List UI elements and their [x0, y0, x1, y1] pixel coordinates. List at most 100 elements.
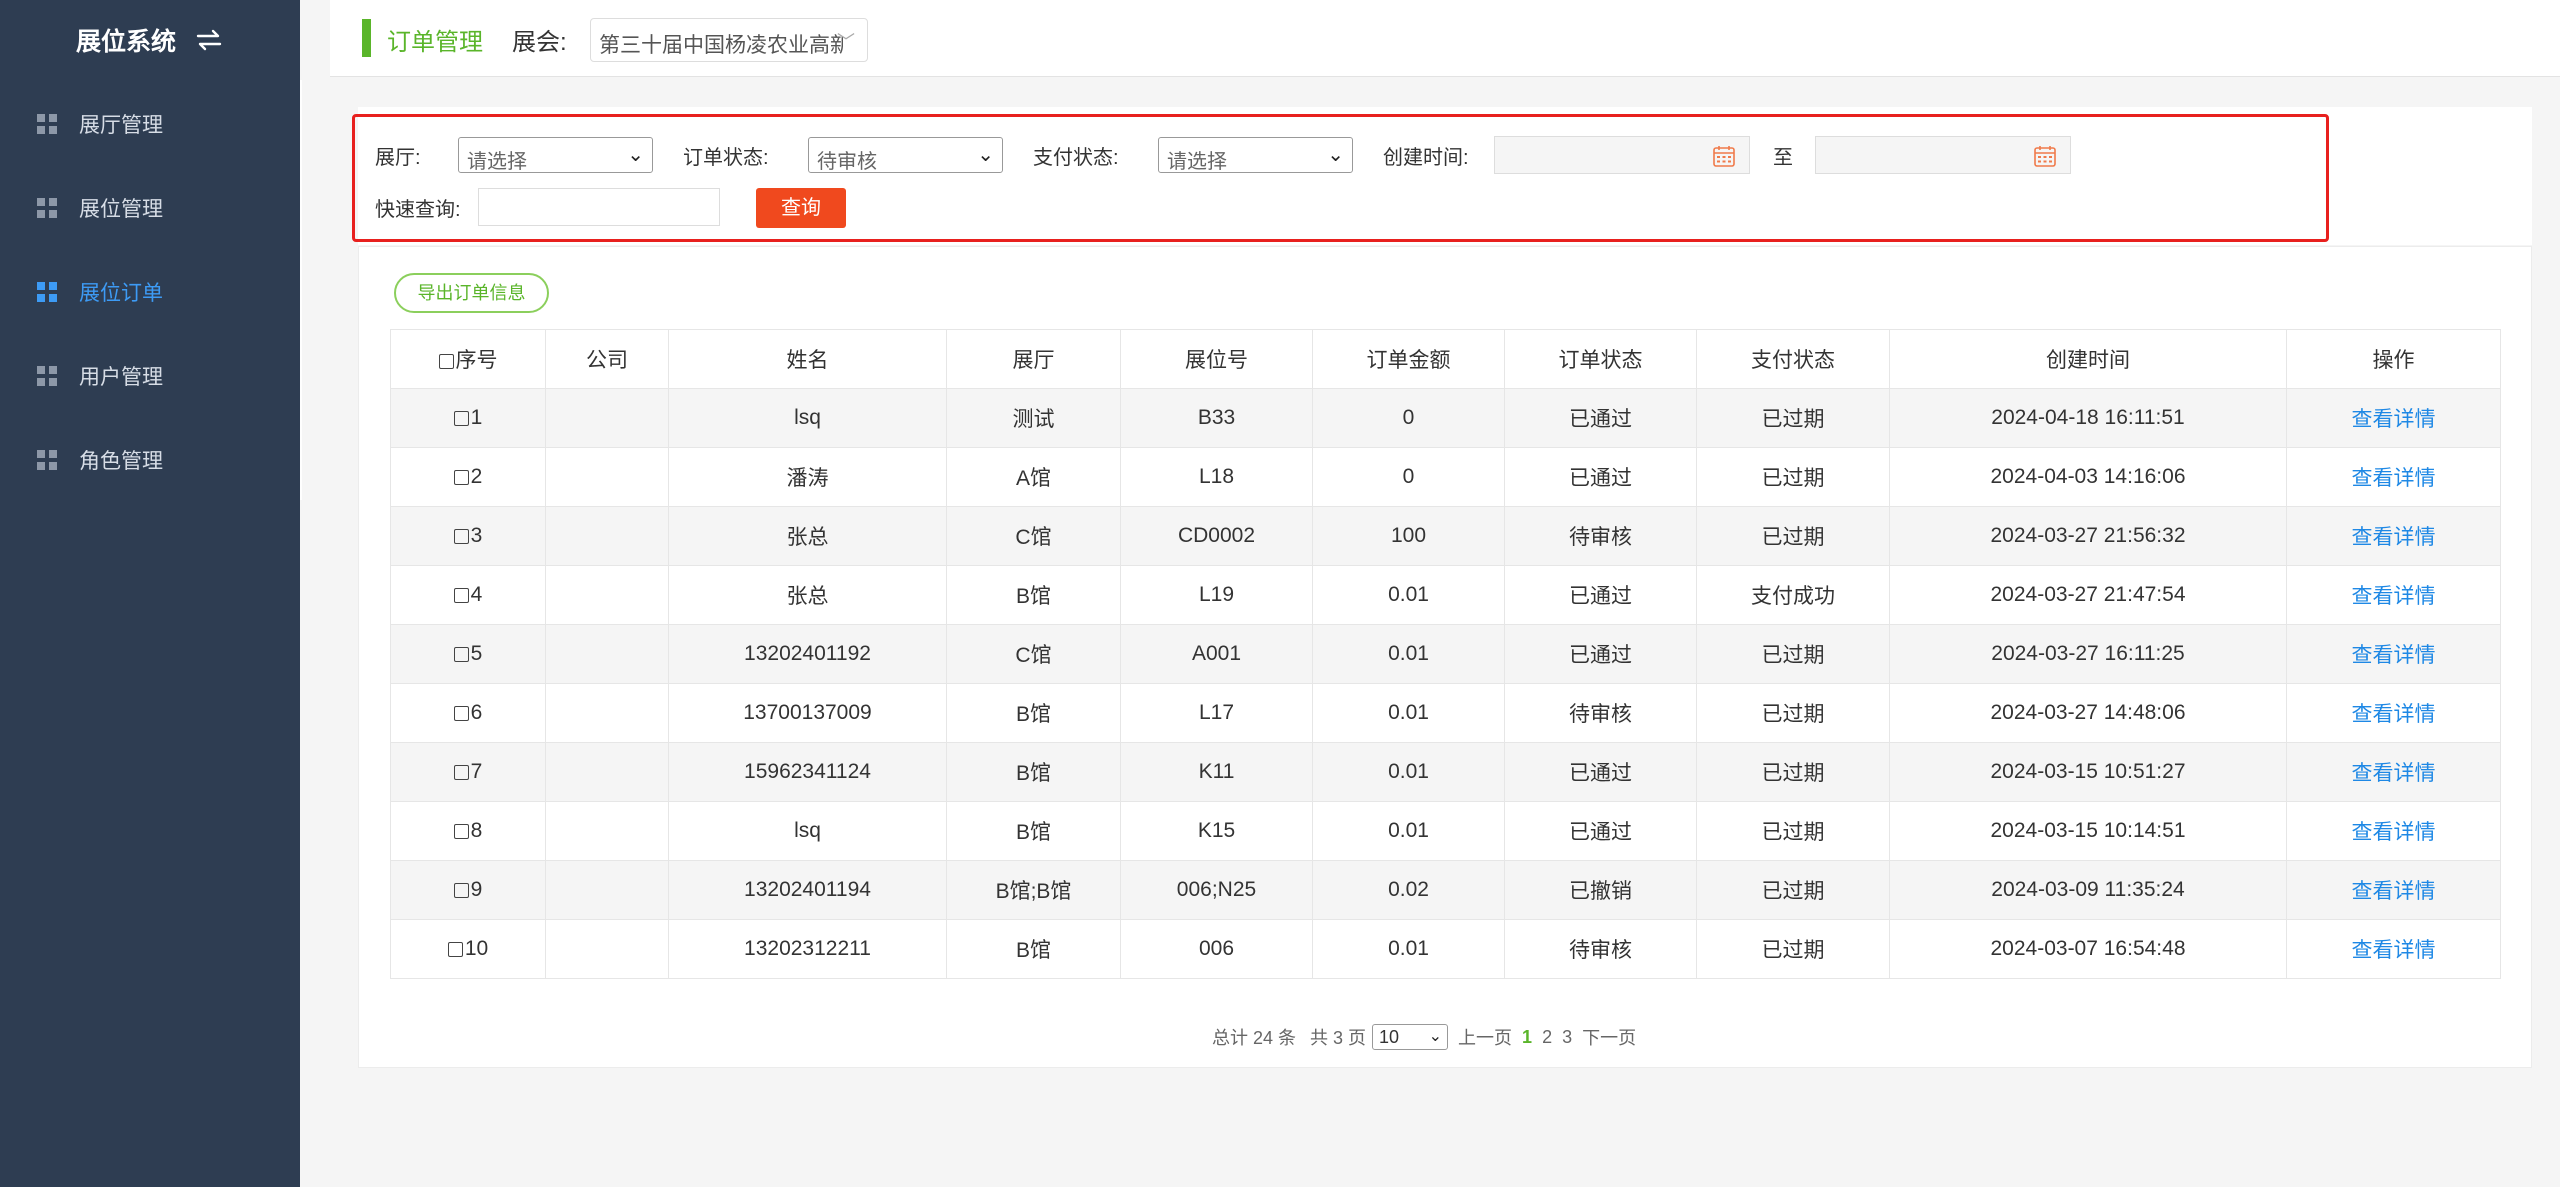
brand-title: 展位系统 — [75, 28, 176, 56]
row-index: 4 — [470, 583, 483, 606]
cell-hall: B馆 — [946, 565, 1121, 625]
cell-actions: 查看详情 — [2286, 801, 2501, 861]
page-link-2[interactable]: 2 — [1542, 1027, 1552, 1048]
cell-company — [545, 565, 669, 625]
row-checkbox[interactable] — [453, 411, 469, 426]
page-size-select[interactable]: 10 ⌄ — [1372, 1024, 1449, 1050]
cell-hall: B馆 — [946, 919, 1121, 979]
sidebar: 展位系统 展厅管理 展位管理 展位订单 用户管理 角色管理 — [0, 0, 300, 1187]
view-details-link[interactable]: 查看详情 — [2352, 880, 2436, 903]
row-checkbox[interactable] — [453, 765, 469, 780]
total-count: 总计 24 条 — [1212, 1028, 1297, 1048]
sidebar-item-booth-orders[interactable]: 展位订单 — [0, 250, 300, 334]
select-all-checkbox[interactable] — [438, 354, 454, 369]
cell-amount: 0.01 — [1312, 919, 1505, 979]
expo-select[interactable]: 第三十届中国杨凌农业高新 ﹀ — [590, 18, 868, 62]
cell-index: 4 — [390, 565, 546, 625]
row-checkbox[interactable] — [447, 942, 463, 957]
cell-name: 13202312211 — [668, 919, 947, 979]
page-link-1[interactable]: 1 — [1522, 1027, 1532, 1048]
cell-amount: 0.01 — [1312, 801, 1505, 861]
sidebar-item-hall[interactable]: 展厅管理 — [0, 82, 300, 166]
cell-index: 1 — [390, 388, 546, 448]
cell-amount: 0.01 — [1312, 742, 1505, 802]
view-details-link[interactable]: 查看详情 — [2352, 585, 2436, 608]
cell-booth-no: CD0002 — [1120, 506, 1313, 566]
title-accent-bar — [362, 19, 371, 57]
cell-created-time: 2024-04-18 16:11:51 — [1889, 388, 2287, 448]
cell-booth-no: L18 — [1120, 447, 1313, 507]
grid-icon — [37, 282, 57, 302]
cell-actions: 查看详情 — [2286, 683, 2501, 743]
cell-name: 15962341124 — [668, 742, 947, 802]
cell-booth-no: A001 — [1120, 624, 1313, 684]
cell-amount: 0.01 — [1312, 565, 1505, 625]
chevron-down-icon: ⌄ — [1428, 1028, 1443, 1045]
cell-created-time: 2024-03-27 14:48:06 — [1889, 683, 2287, 743]
view-details-link[interactable]: 查看详情 — [2352, 821, 2436, 844]
switch-icon[interactable] — [194, 27, 224, 53]
cell-actions: 查看详情 — [2286, 742, 2501, 802]
page-link-3[interactable]: 3 — [1562, 1027, 1572, 1048]
cell-booth-no: B33 — [1120, 388, 1313, 448]
row-checkbox[interactable] — [453, 647, 469, 662]
view-details-link[interactable]: 查看详情 — [2352, 703, 2436, 726]
table-row: 10 13202312211 B馆 006 0.01 待审核 已过期 2024-03-07 1… — [390, 919, 2501, 979]
header-name: 姓名 — [668, 329, 947, 389]
row-checkbox[interactable] — [453, 529, 469, 544]
header-pay-status: 支付状态 — [1696, 329, 1890, 389]
cell-index: 3 — [390, 506, 546, 566]
row-checkbox[interactable] — [453, 824, 469, 839]
view-details-link[interactable]: 查看详情 — [2352, 408, 2436, 431]
sidebar-item-roles[interactable]: 角色管理 — [0, 418, 300, 502]
export-orders-button[interactable]: 导出订单信息 — [394, 273, 549, 313]
view-details-link[interactable]: 查看详情 — [2352, 644, 2436, 667]
page-title: 订单管理 — [387, 29, 483, 56]
cell-booth-no: K11 — [1120, 742, 1313, 802]
row-index: 7 — [470, 760, 483, 783]
row-checkbox[interactable] — [453, 883, 469, 898]
row-index: 6 — [470, 701, 483, 724]
cell-created-time: 2024-03-27 16:11:25 — [1889, 624, 2287, 684]
header-company: 公司 — [545, 329, 669, 389]
view-details-link[interactable]: 查看详情 — [2352, 526, 2436, 549]
cell-actions: 查看详情 — [2286, 860, 2501, 920]
view-details-link[interactable]: 查看详情 — [2352, 939, 2436, 962]
cell-amount: 0 — [1312, 388, 1505, 448]
row-checkbox[interactable] — [453, 588, 469, 603]
view-details-link[interactable]: 查看详情 — [2352, 762, 2436, 785]
cell-created-time: 2024-03-15 10:14:51 — [1889, 801, 2287, 861]
cell-hall: C馆 — [946, 624, 1121, 684]
table-row: 5 13202401192 C馆 A001 0.01 已通过 已过期 2024-03-27 1… — [390, 624, 2501, 684]
cell-order-status: 待审核 — [1504, 506, 1697, 566]
row-checkbox[interactable] — [453, 706, 469, 721]
grid-icon — [37, 450, 57, 470]
page-count: 共 3 页 — [1310, 1028, 1367, 1048]
cell-created-time: 2024-04-03 14:16:06 — [1889, 447, 2287, 507]
cell-amount: 0.01 — [1312, 624, 1505, 684]
view-details-link[interactable]: 查看详情 — [2352, 467, 2436, 490]
grid-icon — [37, 198, 57, 218]
prev-page-link[interactable]: 上一页 — [1458, 1024, 1512, 1050]
cell-actions: 查看详情 — [2286, 565, 2501, 625]
cell-name: 13202401192 — [668, 624, 947, 684]
cell-booth-no: L19 — [1120, 565, 1313, 625]
cell-pay-status: 已过期 — [1696, 388, 1890, 448]
cell-order-status: 已通过 — [1504, 624, 1697, 684]
cell-company — [545, 860, 669, 920]
sidebar-item-label: 角色管理 — [79, 450, 163, 473]
table-header-row: 序号 公司 姓名 展厅 展位号 订单金额 订单状态 支付状态 创建时间 操作 — [390, 329, 2501, 389]
cell-pay-status: 已过期 — [1696, 683, 1890, 743]
next-page-link[interactable]: 下一页 — [1582, 1024, 1636, 1050]
sidebar-item-booth[interactable]: 展位管理 — [0, 166, 300, 250]
sidebar-item-users[interactable]: 用户管理 — [0, 334, 300, 418]
row-checkbox[interactable] — [453, 470, 469, 485]
sidebar-item-label: 展位订单 — [79, 282, 163, 305]
cell-hall: B馆 — [946, 801, 1121, 861]
cell-company — [545, 683, 669, 743]
cell-name: 张总 — [668, 506, 947, 566]
grid-icon — [37, 366, 57, 386]
table-row: 1 lsq 测试 B33 0 已通过 已过期 2024-04-18 16:11:51 查看详情 — [390, 388, 2501, 448]
cell-hall: B馆 — [946, 683, 1121, 743]
expo-label: 展会: — [512, 29, 567, 56]
